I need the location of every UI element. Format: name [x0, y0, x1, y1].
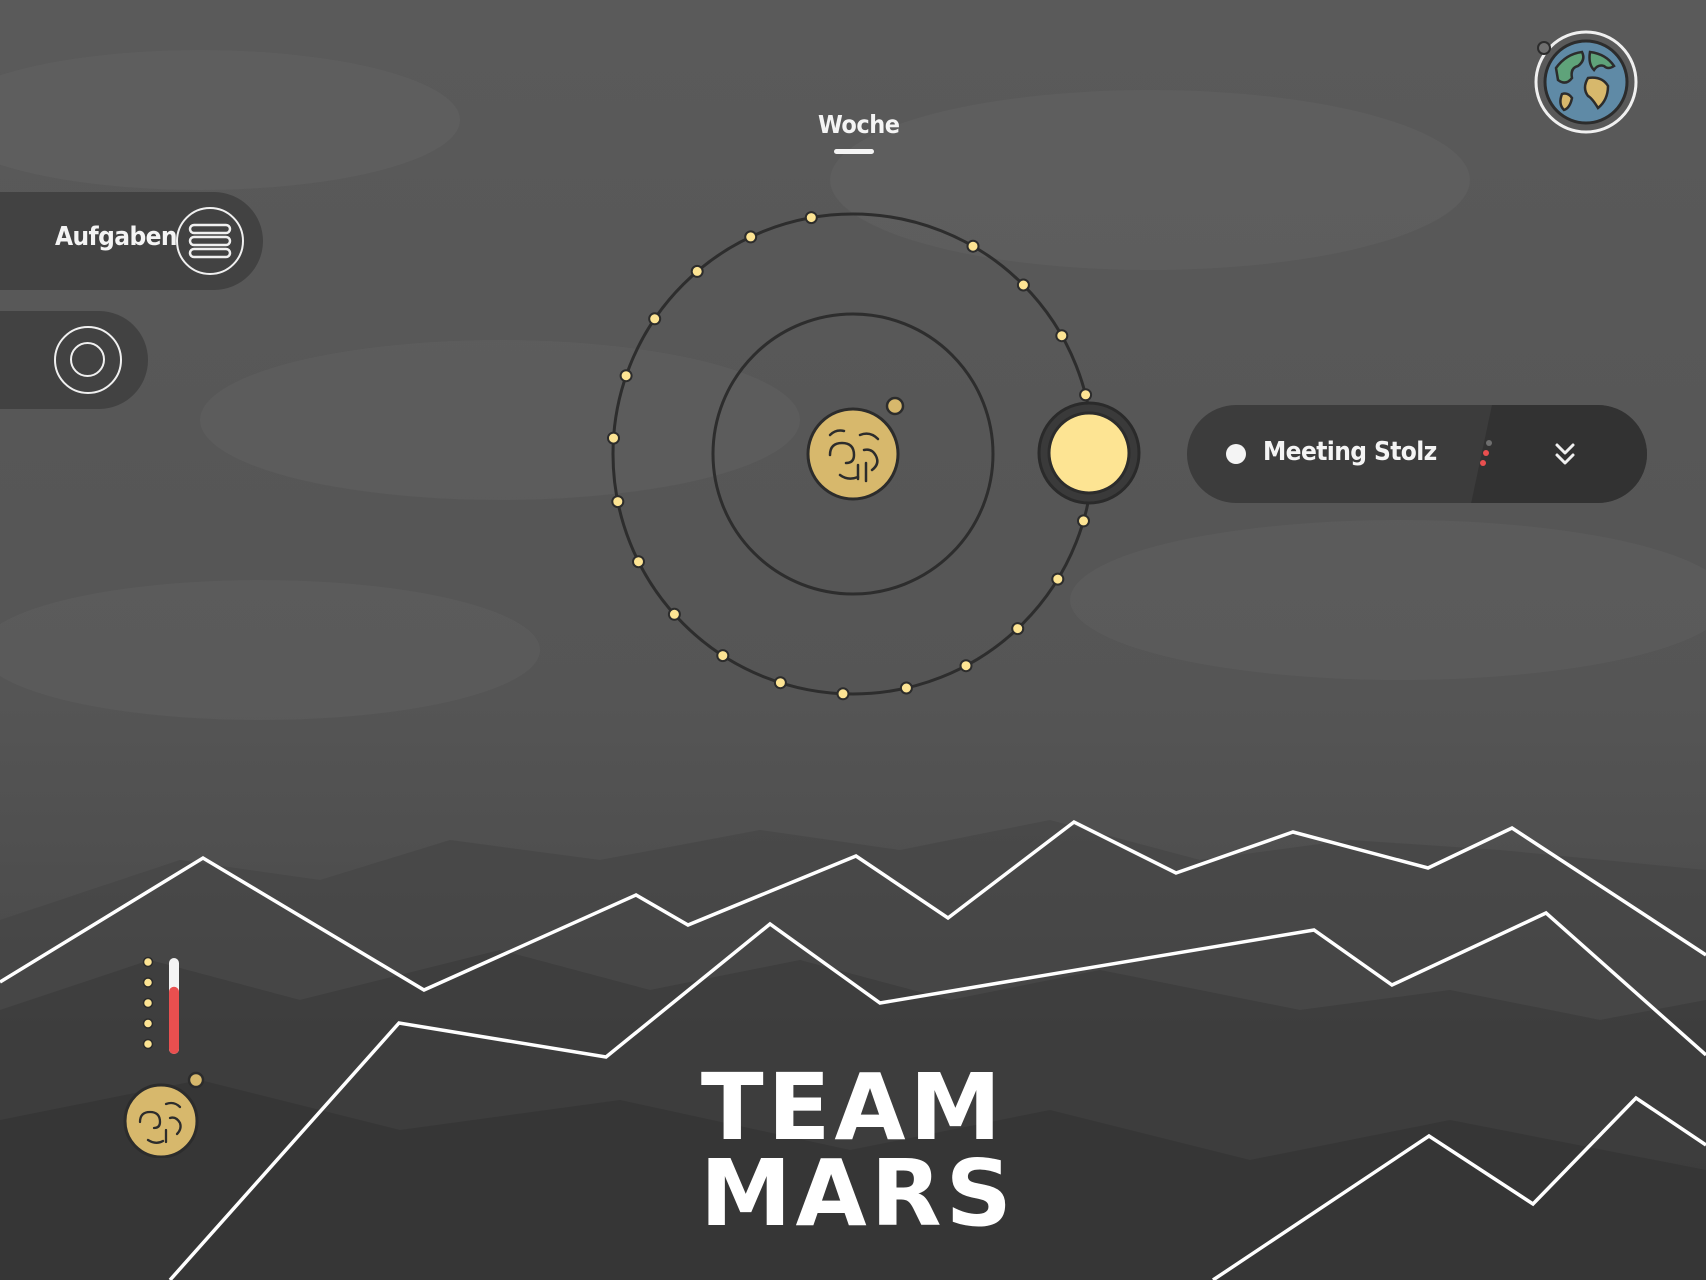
team-planet-icon: [123, 1071, 205, 1158]
day-marker[interactable]: [667, 607, 681, 621]
event-card[interactable]: Meeting Stolz: [1187, 405, 1647, 503]
progress-dot: [142, 1018, 154, 1029]
day-marker[interactable]: [1051, 572, 1065, 586]
day-marker[interactable]: [1079, 388, 1093, 402]
day-marker[interactable]: [1016, 278, 1030, 292]
day-marker[interactable]: [836, 687, 850, 701]
progress-thermometer: [142, 956, 179, 1054]
day-marker[interactable]: [804, 211, 818, 225]
day-marker[interactable]: [1077, 514, 1090, 528]
day-marker[interactable]: [716, 649, 730, 663]
priority-dots-icon: [1480, 440, 1492, 466]
day-marker[interactable]: [744, 230, 758, 244]
active-tab-indicator: [834, 149, 874, 154]
event-status-dot: [1226, 444, 1246, 464]
day-marker[interactable]: [1055, 329, 1069, 343]
target-ring-icon[interactable]: [54, 326, 122, 394]
team-name-line2: MARS: [700, 1140, 1016, 1247]
day-marker[interactable]: [966, 239, 980, 253]
event-title: Meeting Stolz: [1263, 437, 1437, 467]
mars-detail-icon: [806, 396, 905, 501]
progress-fill: [169, 986, 179, 1054]
day-marker[interactable]: [607, 431, 620, 445]
double-chevron-down-icon[interactable]: [1545, 435, 1585, 475]
sun-marker[interactable]: [1036, 400, 1142, 506]
tab-week[interactable]: Woche: [818, 110, 900, 154]
progress-dot: [142, 956, 154, 968]
day-marker[interactable]: [773, 676, 787, 690]
day-marker[interactable]: [619, 369, 633, 383]
day-marker[interactable]: [648, 312, 662, 326]
tasks-label: Aufgaben: [55, 222, 178, 252]
day-marker[interactable]: [611, 495, 625, 509]
day-marker[interactable]: [899, 681, 913, 695]
progress-dot: [142, 1038, 154, 1050]
tab-week-label: Woche: [818, 110, 900, 139]
day-marker[interactable]: [959, 659, 973, 673]
day-marker[interactable]: [632, 555, 645, 569]
tasks-pill[interactable]: Aufgaben: [0, 192, 263, 290]
list-icon[interactable]: [176, 207, 244, 275]
progress-dot: [142, 977, 154, 988]
day-marker[interactable]: [1011, 622, 1025, 636]
day-marker[interactable]: [690, 264, 704, 278]
focus-pill[interactable]: [0, 311, 148, 409]
progress-dot: [142, 997, 154, 1009]
earth-icon[interactable]: [1532, 28, 1644, 140]
